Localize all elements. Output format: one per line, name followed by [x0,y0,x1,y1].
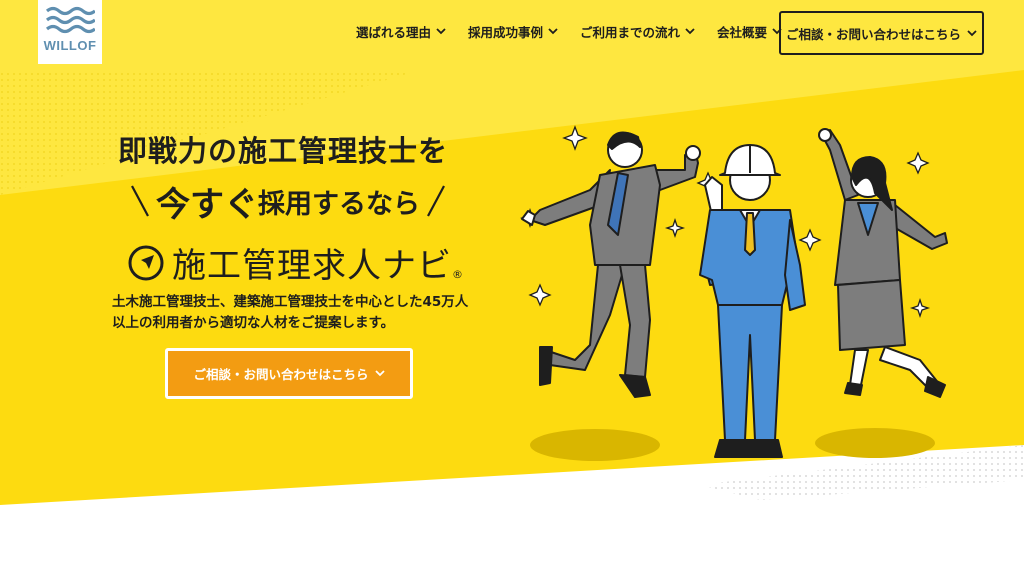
chevron-down-icon [436,28,446,35]
chevron-down-icon [548,28,558,35]
hero-subline: 今すぐ 採用するなら [108,176,468,226]
logo-text: WILLOF [43,38,97,53]
slash-decoration-icon [427,185,445,217]
hero-subline-emphasis: 今すぐ [156,184,258,225]
backslash-decoration-icon [131,185,149,217]
ground-shadow [815,428,935,458]
brand-lockup: 施工管理求人ナビ ® [128,238,463,287]
nav-item-company[interactable]: 会社概要 [717,22,782,41]
hero-contact-label: ご相談・お問い合わせはこちら [193,367,369,382]
willof-logo[interactable]: WILLOF [38,0,102,64]
nav-item-reasons[interactable]: 選ばれる理由 [356,22,446,41]
main-nav: 選ばれる理由 採用成功事例 ご利用までの流れ 会社概要 [356,22,804,41]
hero-headline: 即戦力の施工管理技士を [117,134,448,168]
chevron-down-icon [967,29,977,36]
businesswoman-figure [818,128,948,398]
nav-contact-label: ご相談・お問い合わせはこちら [785,26,961,42]
nav-item-label: 会社概要 [717,25,768,40]
nav-item-label: 選ばれる理由 [356,25,432,40]
nav-item-flow[interactable]: ご利用までの流れ [580,22,695,41]
ground-shadow [530,429,660,461]
compass-arrow-icon [128,245,164,280]
chevron-down-icon [374,370,385,377]
construction-worker-figure [699,144,806,458]
chevron-down-icon [685,28,695,35]
hero-subline-rest: 採用するなら [258,188,420,220]
hero-section: WILLOF 選ばれる理由 採用成功事例 ご利用までの流れ 会社概要 ご相談・お… [0,0,1024,562]
jumping-workers-illustration [519,125,948,461]
nav-contact-button[interactable]: ご相談・お問い合わせはこちら [779,11,984,55]
brand-name: 施工管理求人ナビ [172,246,452,286]
wave-logo-icon [45,6,95,34]
nav-item-label: ご利用までの流れ [580,25,681,40]
registered-mark: ® [452,268,463,281]
nav-item-success-cases[interactable]: 採用成功事例 [468,22,558,41]
businessman-figure [521,131,701,398]
nav-item-label: 採用成功事例 [468,25,544,40]
hero-description: 土木施工管理技士、建築施工管理技士を中心とした45万人以上の利用者から適切な人材… [112,294,469,331]
hero-contact-button[interactable]: ご相談・お問い合わせはこちら [165,348,413,399]
